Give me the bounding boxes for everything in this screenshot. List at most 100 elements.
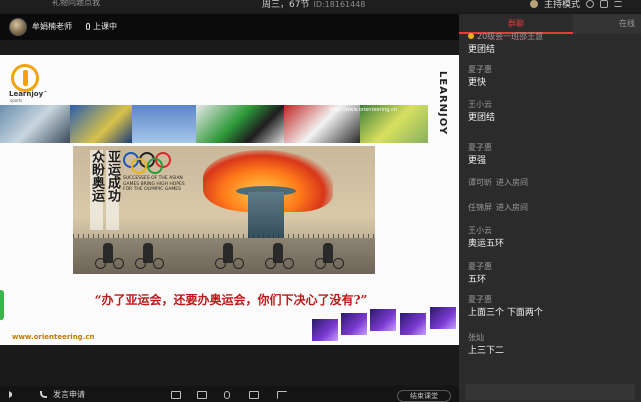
message-text: 更强 [468,156,487,166]
slogan-column-2: 众盼奥运 [89,150,104,230]
message-text: 奥运五环 [468,239,505,249]
message-text: 进入房间 [496,178,528,187]
chat-input[interactable] [465,384,635,400]
bicycle-wheel [265,258,276,269]
chat-message: 夏子惠 更快 [468,64,492,89]
message-sender[interactable]: 20级会一班邵王慧 [468,31,543,42]
message-text: 更团结 [468,45,496,55]
top-bar: 礼物问题点我 周三，67节 ID:18161448 主持模式 [0,0,641,12]
top-right-controls: 主持模式 [530,0,623,10]
slogan-column-1: 亚运成功 [105,150,120,230]
teacher-name: 牟娟楠老师 [32,22,72,31]
class-id: ID:18161448 [313,0,366,9]
dancer-photo [312,319,338,341]
photo-cyclists [0,105,70,143]
screen-share-icon[interactable] [197,391,207,399]
video-off-icon[interactable] [171,391,181,399]
message-text: 五环 [468,275,487,285]
message-sender[interactable]: 任锦屏 [468,203,492,212]
bicycle-wheel [333,258,344,269]
message-sender[interactable]: 张灿 [468,332,504,343]
slide-quote: “办了亚运会，还要办奥运会，你们下决心了没有?” [94,293,368,307]
apply-speak-button[interactable]: 发言申请 [53,389,85,400]
bicycle-wheel [113,258,124,269]
message-sender[interactable]: 夏子惠 [468,142,492,153]
english-slogan: SUCCESSES OF THE ASIAN GAMES BRING HIGH … [123,176,185,193]
logo-text: Learnjoy™ [9,90,47,98]
class-title: 周三，67节 ID:18161448 [262,0,365,10]
photo-sky [132,105,196,143]
bicycle-wheel [135,258,146,269]
teacher-bar: 牟娟楠老师 上课中 [0,14,459,40]
side-drawer-handle[interactable] [0,290,4,320]
phone-icon[interactable] [40,391,47,398]
chat-message: 夏子惠 更强 [468,142,492,167]
sender-name: 20级会一班邵王慧 [477,32,544,41]
classroom-app: 礼物问题点我 周三，67节 ID:18161448 主持模式 牟娟楠老师 上课中 … [0,0,641,402]
end-class-button[interactable]: 结束课堂 [397,390,451,402]
message-sender[interactable]: 谭可昕 [468,178,492,187]
dancer-photo [400,313,426,335]
message-text: 进入房间 [496,203,528,212]
microphone-icon [86,23,90,30]
menu-icon[interactable] [614,1,623,7]
chat-message: 王小云 更团结 [468,99,495,124]
chat-panel: 群聊 在线 20级会一班邵王慧 更团结 夏子惠 更快 王小云 更团结 夏子惠 更强 谭可昕 进入房… [459,14,641,402]
logo-circle-icon [11,64,39,92]
slide-url: www.orienteering.cn [12,333,95,341]
teacher-avatar[interactable] [9,18,27,36]
system-message: 谭可昕 进入房间 [468,177,528,189]
bicycle-wheel [283,258,294,269]
dancer-photo [430,307,456,329]
bottom-toolbar: 发言申请 结束课堂 [0,386,459,402]
bicycle-wheel [153,258,164,269]
asian-games-photo: 亚运成功 众盼奥运 SUCCESSES OF THE ASIAN GAMES B… [73,146,375,274]
bicycle-wheel [95,258,106,269]
dancer-photo [341,313,367,335]
message-sender[interactable]: 王小云 [468,225,504,236]
dancer-photo [370,309,396,331]
bicycle-wheel [233,258,244,269]
message-sender[interactable]: 王小云 [468,99,495,110]
dancer-photos [312,307,458,343]
share-icon[interactable] [600,0,609,8]
photo-skier [196,105,284,143]
bicycle-wheel [315,258,326,269]
chat-message: 张灿 上三下二 [468,332,504,357]
message-sender[interactable]: 夏子惠 [468,294,543,305]
chat-message: 夏子惠 五环 [468,261,492,286]
chat-message: 夏子惠上面三个 下面两个 [468,294,543,319]
class-status: 上课中 [86,21,117,32]
speaker-icon[interactable] [9,391,17,398]
photo-url: http://www.orienteering.cn [330,107,397,113]
chinese-slogan: 亚运成功 众盼奥运 [79,150,120,230]
bicycle-wheel [215,258,226,269]
class-status-text: 上课中 [93,22,117,31]
tab-online[interactable]: 在线 [619,14,641,34]
host-avatar [530,0,538,8]
microphone-toggle-icon[interactable] [224,391,230,399]
photo-runner [70,105,132,143]
message-text: 上三下二 [468,346,505,356]
presentation-slide: Learnjoy™ sports LEARNJOY http://www.ori… [0,55,459,345]
vertical-brand: LEARNJOY [437,71,448,136]
message-text: 更团结 [468,113,496,123]
edit-icon[interactable] [249,391,259,399]
logo-name: Learnjoy [9,90,44,98]
message-text: 上面三个 下面两个 [468,308,543,318]
gift-help-link[interactable]: 礼物问题点我 [52,0,100,8]
settings-icon[interactable] [586,0,595,8]
system-message: 任锦屏 进入房间 [468,202,528,214]
host-mode-label[interactable]: 主持模式 [544,0,580,10]
chat-message: 王小云 奥运五环 [468,225,504,250]
message-sender[interactable]: 夏子惠 [468,64,492,75]
message-sender[interactable]: 夏子惠 [468,261,492,272]
logo-trademark: ™ [43,90,48,95]
medal-icon [468,33,474,39]
message-text: 更快 [468,78,487,88]
class-time: 周三，67节 [262,0,310,10]
chat-message: 20级会一班邵王慧更团结 [468,31,543,56]
olympic-rings-icon [123,152,189,174]
logo-subtitle: sports [10,98,23,103]
music-icon[interactable] [277,391,287,399]
